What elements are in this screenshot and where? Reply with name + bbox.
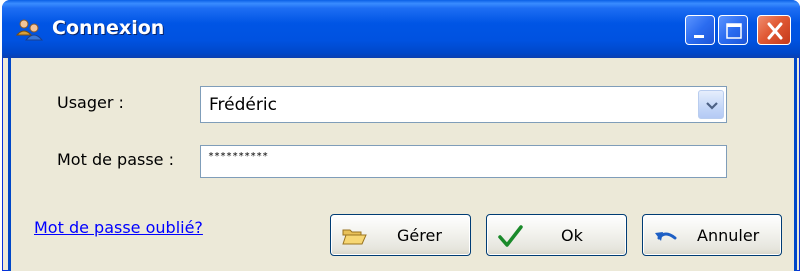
ok-button-label: Ok xyxy=(561,226,583,245)
forgot-password-link[interactable]: Mot de passe oublié? xyxy=(34,218,203,237)
users-icon xyxy=(16,19,44,41)
user-select-value: Frédéric xyxy=(209,95,277,115)
user-select-dropdown-button[interactable] xyxy=(698,90,724,119)
user-label: Usager : xyxy=(57,93,124,112)
minimize-button[interactable] xyxy=(685,15,715,45)
user-select[interactable]: Frédéric xyxy=(200,86,727,123)
cancel-button-label: Annuler xyxy=(697,226,760,245)
folder-open-icon xyxy=(342,229,367,245)
password-label: Mot de passe : xyxy=(57,150,174,169)
close-icon xyxy=(767,22,783,40)
ok-button[interactable]: Ok xyxy=(486,214,627,256)
title-bar[interactable]: Connexion xyxy=(2,0,800,58)
manage-button-label: Gérer xyxy=(397,226,442,245)
minimize-icon xyxy=(694,35,704,38)
cancel-button[interactable]: Annuler xyxy=(642,214,782,256)
undo-arrow-icon xyxy=(655,232,677,241)
maximize-icon xyxy=(726,23,742,39)
window-title: Connexion xyxy=(52,17,165,39)
password-field[interactable]: ********** xyxy=(200,145,727,178)
password-value: ********** xyxy=(208,151,269,162)
checkmark-icon xyxy=(498,225,523,247)
chevron-down-icon xyxy=(706,102,718,110)
maximize-button[interactable] xyxy=(718,15,748,45)
manage-button[interactable]: Gérer xyxy=(330,214,471,256)
close-button[interactable] xyxy=(757,15,791,45)
